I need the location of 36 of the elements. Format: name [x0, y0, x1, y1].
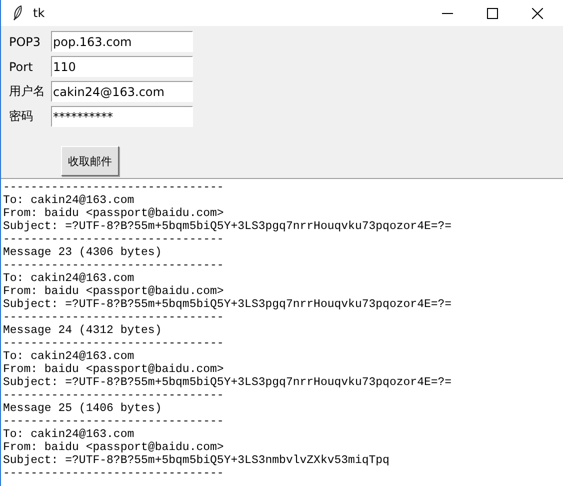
- text-line: Message 25 (1406 bytes): [3, 402, 162, 415]
- field-label: POP3: [8, 34, 42, 48]
- text-line: Subject: =?UTF-8?B?55m+5bqm5biQ5Y+3LS3pgq7nrrHouqvku73pqozor4E=?=: [3, 220, 452, 233]
- input-field[interactable]: **********: [51, 106, 193, 127]
- field-label: 用户名: [8, 83, 46, 100]
- feather-icon: [13, 5, 23, 21]
- input-field[interactable]: 110: [51, 56, 193, 77]
- window-title: tk: [33, 6, 45, 20]
- text-line: --------------------------------: [3, 467, 224, 480]
- field-label: Port: [8, 60, 34, 74]
- text-line: From: baidu <passport@baidu.com>: [3, 207, 224, 220]
- text-line: To: cakin24@163.com: [3, 194, 134, 207]
- text-line: From: baidu <passport@baidu.com>: [3, 441, 224, 454]
- close-icon[interactable]: [532, 8, 543, 18]
- text-line: From: baidu <passport@baidu.com>: [3, 363, 224, 376]
- text-line: To: cakin24@163.com: [3, 272, 134, 285]
- text-line: --------------------------------: [3, 389, 224, 402]
- text-line: --------------------------------: [3, 415, 224, 428]
- text-line: To: cakin24@163.com: [3, 428, 134, 441]
- text-line: --------------------------------: [3, 337, 224, 350]
- text-line: Message 23 (4306 bytes): [3, 246, 162, 259]
- text-line: Message 24 (4312 bytes): [3, 324, 162, 337]
- text-line: --------------------------------: [3, 233, 224, 246]
- text-line: Subject: =?UTF-8?B?55m+5bqm5biQ5Y+3LS3nmbvlvZXkv53miqTpq: [3, 454, 390, 467]
- text-line: Subject: =?UTF-8?B?55m+5bqm5biQ5Y+3LS3pgq7nrrHouqvku73pqozor4E=?=: [3, 376, 452, 389]
- text-line: From: baidu <passport@baidu.com>: [3, 285, 224, 298]
- fetch-mail-button[interactable]: 收取邮件: [61, 146, 119, 176]
- input-field[interactable]: cakin24@163.com: [51, 81, 193, 102]
- text-line: Subject: =?UTF-8?B?55m+5bqm5biQ5Y+3LS3pgq7nrrHouqvku73pqozor4E=?=: [3, 298, 452, 311]
- input-field[interactable]: pop.163.com: [51, 31, 193, 52]
- text-line: To: cakin24@163.com: [3, 350, 134, 363]
- text-line: --------------------------------: [3, 259, 224, 272]
- text-line: --------------------------------: [3, 311, 224, 324]
- maximize-icon[interactable]: [487, 8, 498, 18]
- field-label: 密码: [8, 108, 34, 125]
- text-line: --------------------------------: [3, 181, 224, 194]
